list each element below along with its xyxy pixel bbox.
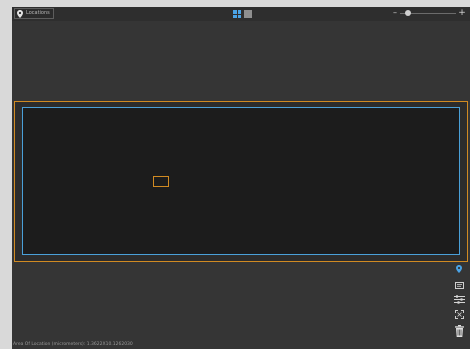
zoom-slider-handle[interactable] bbox=[405, 10, 412, 16]
region-of-interest-box[interactable] bbox=[153, 176, 169, 187]
comment-tool[interactable] bbox=[452, 279, 466, 291]
locations-tab-label: Locations bbox=[26, 10, 50, 16]
delete-tool[interactable] bbox=[452, 325, 466, 337]
top-toolbar: Locations – + bbox=[12, 7, 470, 21]
map-pin-icon bbox=[17, 9, 23, 18]
trash-icon bbox=[454, 325, 464, 337]
status-bar-text: Area Of Location (micrometers): 1.3622X1… bbox=[13, 342, 133, 347]
comment-icon bbox=[454, 281, 464, 289]
image-viewport[interactable] bbox=[22, 107, 460, 255]
locations-tab[interactable]: Locations bbox=[14, 8, 54, 19]
settings-tool[interactable] bbox=[452, 293, 466, 305]
location-pin-tool[interactable] bbox=[452, 263, 466, 275]
grid-view-icon[interactable] bbox=[233, 10, 241, 18]
app-window: Locations – + Area Of Location (micromet… bbox=[12, 7, 470, 349]
map-pin-icon bbox=[456, 265, 462, 273]
zoom-out-button[interactable]: – bbox=[391, 8, 399, 18]
sliders-icon bbox=[453, 294, 465, 304]
single-view-icon[interactable] bbox=[244, 10, 252, 18]
expand-icon bbox=[454, 309, 464, 319]
fit-tool[interactable] bbox=[452, 308, 466, 320]
zoom-in-button[interactable]: + bbox=[457, 8, 467, 18]
